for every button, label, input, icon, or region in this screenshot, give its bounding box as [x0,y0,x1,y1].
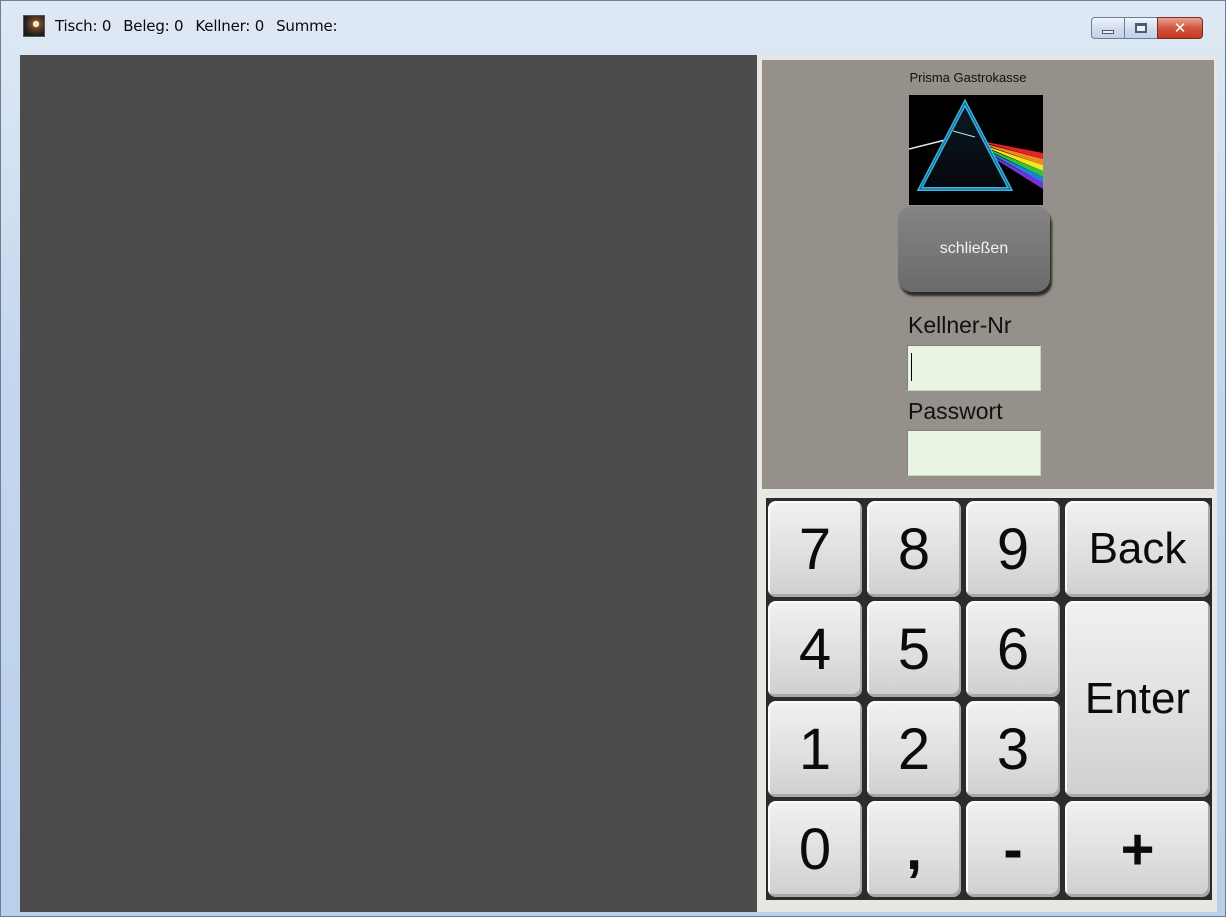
key-minus[interactable]: - [966,801,1060,897]
app-icon [23,15,45,37]
key-6[interactable]: 6 [966,601,1060,697]
close-window-button[interactable]: ✕ [1157,17,1203,39]
brand-title: Prisma Gastrokasse [909,70,1027,85]
window-title: Tisch: 0 Beleg: 0 Kellner: 0 Summe: [55,17,349,35]
kellner-nr-input[interactable] [907,345,1041,391]
key-3[interactable]: 3 [966,701,1060,797]
title-beleg: Beleg: 0 [123,17,184,35]
schliessen-button[interactable]: schließen [898,206,1050,292]
maximize-button[interactable] [1124,17,1158,39]
table-area [20,55,757,912]
title-bar[interactable]: Tisch: 0 Beleg: 0 Kellner: 0 Summe: ✕ [1,1,1225,53]
key-2[interactable]: 2 [867,701,961,797]
login-panel: Prisma Gastrokasse schließen Kellner-Nr … [762,60,1214,489]
title-tisch: Tisch: 0 [55,17,112,35]
close-icon: ✕ [1173,18,1187,37]
key-back[interactable]: Back [1065,501,1210,597]
app-window: Tisch: 0 Beleg: 0 Kellner: 0 Summe: ✕ Prism… [0,0,1226,917]
numeric-keypad: 7 8 9 Back 4 5 6 Enter 1 2 3 0 , - + [766,498,1212,900]
minimize-icon [1102,30,1114,34]
title-summe: Summe: [276,17,338,35]
key-8[interactable]: 8 [867,501,961,597]
key-4[interactable]: 4 [768,601,862,697]
key-7[interactable]: 7 [768,501,862,597]
key-1[interactable]: 1 [768,701,862,797]
caption-buttons: ✕ [1091,17,1203,39]
key-5[interactable]: 5 [867,601,961,697]
key-9[interactable]: 9 [966,501,1060,597]
passwort-label: Passwort [908,398,1003,424]
passwort-input[interactable] [907,430,1041,476]
key-0[interactable]: 0 [768,801,862,897]
prism-logo [909,95,1043,205]
key-comma[interactable]: , [867,801,961,897]
kellner-nr-label: Kellner-Nr [908,312,1012,338]
title-kellner: Kellner: 0 [195,17,265,35]
key-enter[interactable]: Enter [1065,601,1210,797]
text-caret [911,353,912,381]
minimize-button[interactable] [1091,17,1125,39]
key-plus[interactable]: + [1065,801,1210,897]
maximize-icon [1135,23,1147,33]
